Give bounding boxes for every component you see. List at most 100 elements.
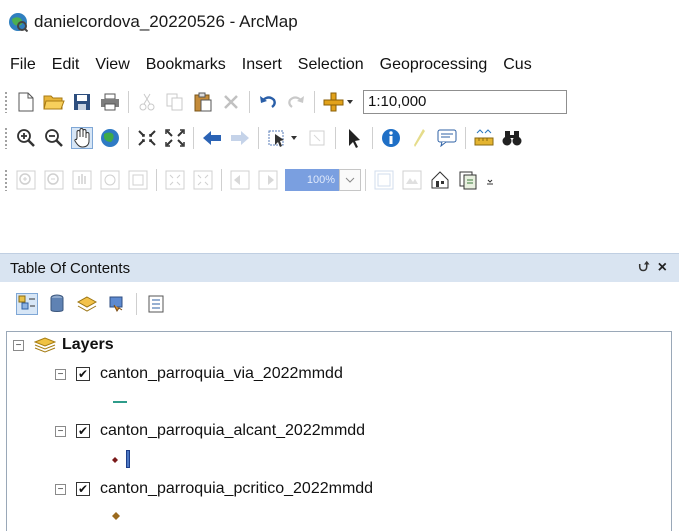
collapse-toggle[interactable]: − bbox=[13, 339, 24, 351]
fixed-zoom-out-layout-button[interactable] bbox=[192, 169, 214, 191]
toolbar-separator bbox=[128, 91, 129, 113]
cut-button[interactable] bbox=[136, 91, 158, 113]
list-by-visibility-button[interactable] bbox=[76, 293, 98, 315]
toolbar-grip[interactable] bbox=[4, 127, 8, 149]
layout-pan-button[interactable] bbox=[71, 169, 93, 191]
map-scale-input[interactable]: 1:10,000 bbox=[363, 90, 567, 114]
menu-bar: File Edit View Bookmarks Insert Selectio… bbox=[0, 50, 679, 80]
fixed-zoom-in-button[interactable] bbox=[136, 127, 158, 149]
list-by-drawing-order-button[interactable] bbox=[16, 293, 38, 315]
collapse-toggle[interactable]: − bbox=[55, 368, 66, 380]
save-button[interactable] bbox=[71, 91, 93, 113]
pin-icon[interactable]: ⮍ bbox=[638, 256, 649, 280]
redo-button[interactable] bbox=[285, 91, 307, 113]
toc-options-button[interactable] bbox=[145, 293, 167, 315]
new-document-button[interactable] bbox=[15, 91, 37, 113]
select-elements-button[interactable] bbox=[343, 127, 365, 149]
undo-icon bbox=[260, 96, 276, 108]
menu-edit[interactable]: Edit bbox=[39, 56, 80, 74]
fixed-zoom-out-button[interactable] bbox=[164, 127, 186, 149]
collapse-toggle[interactable]: − bbox=[55, 483, 66, 495]
menu-file[interactable]: File bbox=[0, 56, 36, 74]
copy-button[interactable] bbox=[164, 91, 186, 113]
html-popup-button[interactable] bbox=[436, 127, 458, 149]
forward-extent-button[interactable] bbox=[229, 127, 251, 149]
zoom-whole-page-button[interactable] bbox=[99, 169, 121, 191]
layer-name: canton_parroquia_pcritico_2022mmdd bbox=[100, 480, 374, 497]
select-features-button[interactable] bbox=[266, 127, 300, 149]
identify-button[interactable] bbox=[380, 127, 402, 149]
layout-zoom-out-button[interactable] bbox=[43, 169, 65, 191]
toolbar-separator bbox=[156, 169, 157, 191]
zoom-100-icon bbox=[128, 170, 148, 190]
data-driven-pages-icon bbox=[459, 171, 477, 190]
fixed-zoom-out-layout-icon bbox=[193, 170, 213, 190]
next-extent-layout-button[interactable] bbox=[257, 169, 279, 191]
menu-customize[interactable]: Cus bbox=[490, 56, 531, 74]
arcmap-globe-icon bbox=[9, 13, 28, 32]
zoom-out-button[interactable] bbox=[43, 127, 65, 149]
menu-geoprocessing[interactable]: Geoprocessing bbox=[367, 56, 488, 74]
toggle-draft-mode-button[interactable] bbox=[373, 169, 395, 191]
add-data-button[interactable] bbox=[322, 91, 356, 113]
zoom-whole-page-icon bbox=[100, 170, 120, 190]
change-layout-button[interactable] bbox=[429, 169, 451, 191]
delete-icon bbox=[224, 95, 238, 109]
layers-visibility-icon bbox=[77, 296, 97, 312]
toc-layer-tree: − Layers − ✔ canton_parroquia_via_2022mm… bbox=[6, 331, 672, 531]
layer-row[interactable]: − ✔ canton_parroquia_alcant_2022mmdd bbox=[55, 422, 365, 440]
menu-selection[interactable]: Selection bbox=[285, 56, 364, 74]
layer-row[interactable]: − ✔ canton_parroquia_via_2022mmdd bbox=[55, 365, 343, 383]
focus-data-frame-icon bbox=[402, 170, 422, 190]
menu-insert[interactable]: Insert bbox=[229, 56, 282, 74]
change-layout-icon bbox=[431, 171, 449, 189]
toolbar-separator bbox=[314, 91, 315, 113]
layout-zoom-in-button[interactable] bbox=[15, 169, 37, 191]
toolbar-separator bbox=[365, 169, 366, 191]
layer-visibility-checkbox[interactable]: ✔ bbox=[76, 367, 90, 381]
previous-page-icon bbox=[230, 170, 250, 190]
paste-button[interactable] bbox=[192, 91, 214, 113]
find-button[interactable] bbox=[501, 127, 523, 149]
list-by-selection-button[interactable] bbox=[106, 293, 128, 315]
toc-toolbar bbox=[0, 282, 679, 326]
identify-info-icon bbox=[382, 129, 400, 147]
full-extent-button[interactable] bbox=[99, 127, 121, 149]
zoom-percent-input[interactable]: 100% bbox=[285, 169, 339, 191]
fixed-zoom-in-layout-button[interactable] bbox=[164, 169, 186, 191]
focus-data-frame-button[interactable] bbox=[401, 169, 423, 191]
clear-selection-button[interactable] bbox=[306, 127, 328, 149]
pan-button[interactable] bbox=[71, 127, 93, 149]
measure-ruler-icon bbox=[474, 129, 494, 146]
zoom-100-button[interactable] bbox=[127, 169, 149, 191]
zoom-percent-dropdown[interactable] bbox=[339, 169, 361, 191]
zoom-in-button[interactable] bbox=[15, 127, 37, 149]
layer-visibility-checkbox[interactable]: ✔ bbox=[76, 482, 90, 496]
collapse-toggle[interactable]: − bbox=[55, 425, 66, 437]
layer-visibility-checkbox[interactable]: ✔ bbox=[76, 424, 90, 438]
zoom-out-icon bbox=[45, 129, 63, 147]
menu-view[interactable]: View bbox=[82, 56, 129, 74]
open-button[interactable] bbox=[43, 91, 65, 113]
measure-button[interactable] bbox=[473, 127, 495, 149]
print-button[interactable] bbox=[99, 91, 121, 113]
list-by-source-button[interactable] bbox=[46, 293, 68, 315]
toolbar-options-button[interactable] bbox=[485, 169, 495, 191]
back-extent-button[interactable] bbox=[201, 127, 223, 149]
toolbar-grip[interactable] bbox=[4, 169, 8, 191]
data-driven-pages-button[interactable] bbox=[457, 169, 479, 191]
layers-root-row[interactable]: − Layers bbox=[13, 336, 114, 354]
close-icon[interactable]: × bbox=[658, 259, 667, 277]
layout-toolbar: 100% bbox=[0, 164, 679, 196]
select-arrow-icon bbox=[349, 129, 360, 148]
toolbar-grip[interactable] bbox=[4, 91, 8, 113]
previous-extent-layout-button[interactable] bbox=[229, 169, 251, 191]
undo-button[interactable] bbox=[257, 91, 279, 113]
paste-icon bbox=[194, 92, 212, 112]
toolbar-separator bbox=[249, 91, 250, 113]
menu-bookmarks[interactable]: Bookmarks bbox=[133, 56, 226, 74]
layer-row[interactable]: − ✔ canton_parroquia_pcritico_2022mmdd bbox=[55, 480, 373, 498]
hyperlink-button[interactable] bbox=[408, 127, 430, 149]
delete-button[interactable] bbox=[220, 91, 242, 113]
layer-name: canton_parroquia_alcant_2022mmdd bbox=[100, 422, 366, 439]
